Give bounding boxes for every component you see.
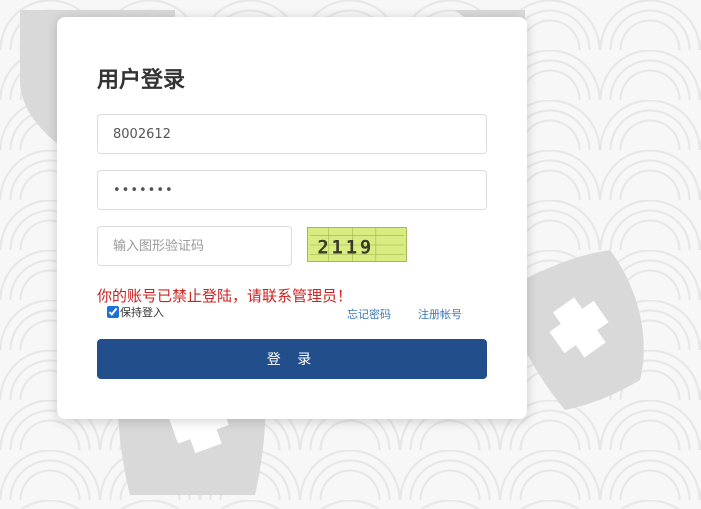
remember-checkbox[interactable]	[107, 306, 119, 318]
page-title: 用户登录	[97, 68, 186, 93]
password-input[interactable]	[97, 170, 487, 210]
remember-me[interactable]: 保持登入	[107, 304, 164, 320]
captcha-input[interactable]	[97, 226, 292, 266]
login-card: 用户登录 2119 你的账号已禁止登陆，请联系管理员！ 保持登入 忘记密码 注册…	[57, 17, 527, 419]
remember-label: 保持登入	[120, 306, 164, 319]
captcha-image[interactable]: 2119	[307, 227, 407, 262]
login-button[interactable]: 登 录	[97, 339, 487, 379]
error-message: 你的账号已禁止登陆，请联系管理员！	[97, 287, 353, 305]
captcha-text: 2119	[317, 237, 374, 258]
account-input[interactable]	[97, 114, 487, 154]
register-link[interactable]: 注册帐号	[418, 306, 462, 322]
forgot-password-link[interactable]: 忘记密码	[347, 306, 391, 322]
